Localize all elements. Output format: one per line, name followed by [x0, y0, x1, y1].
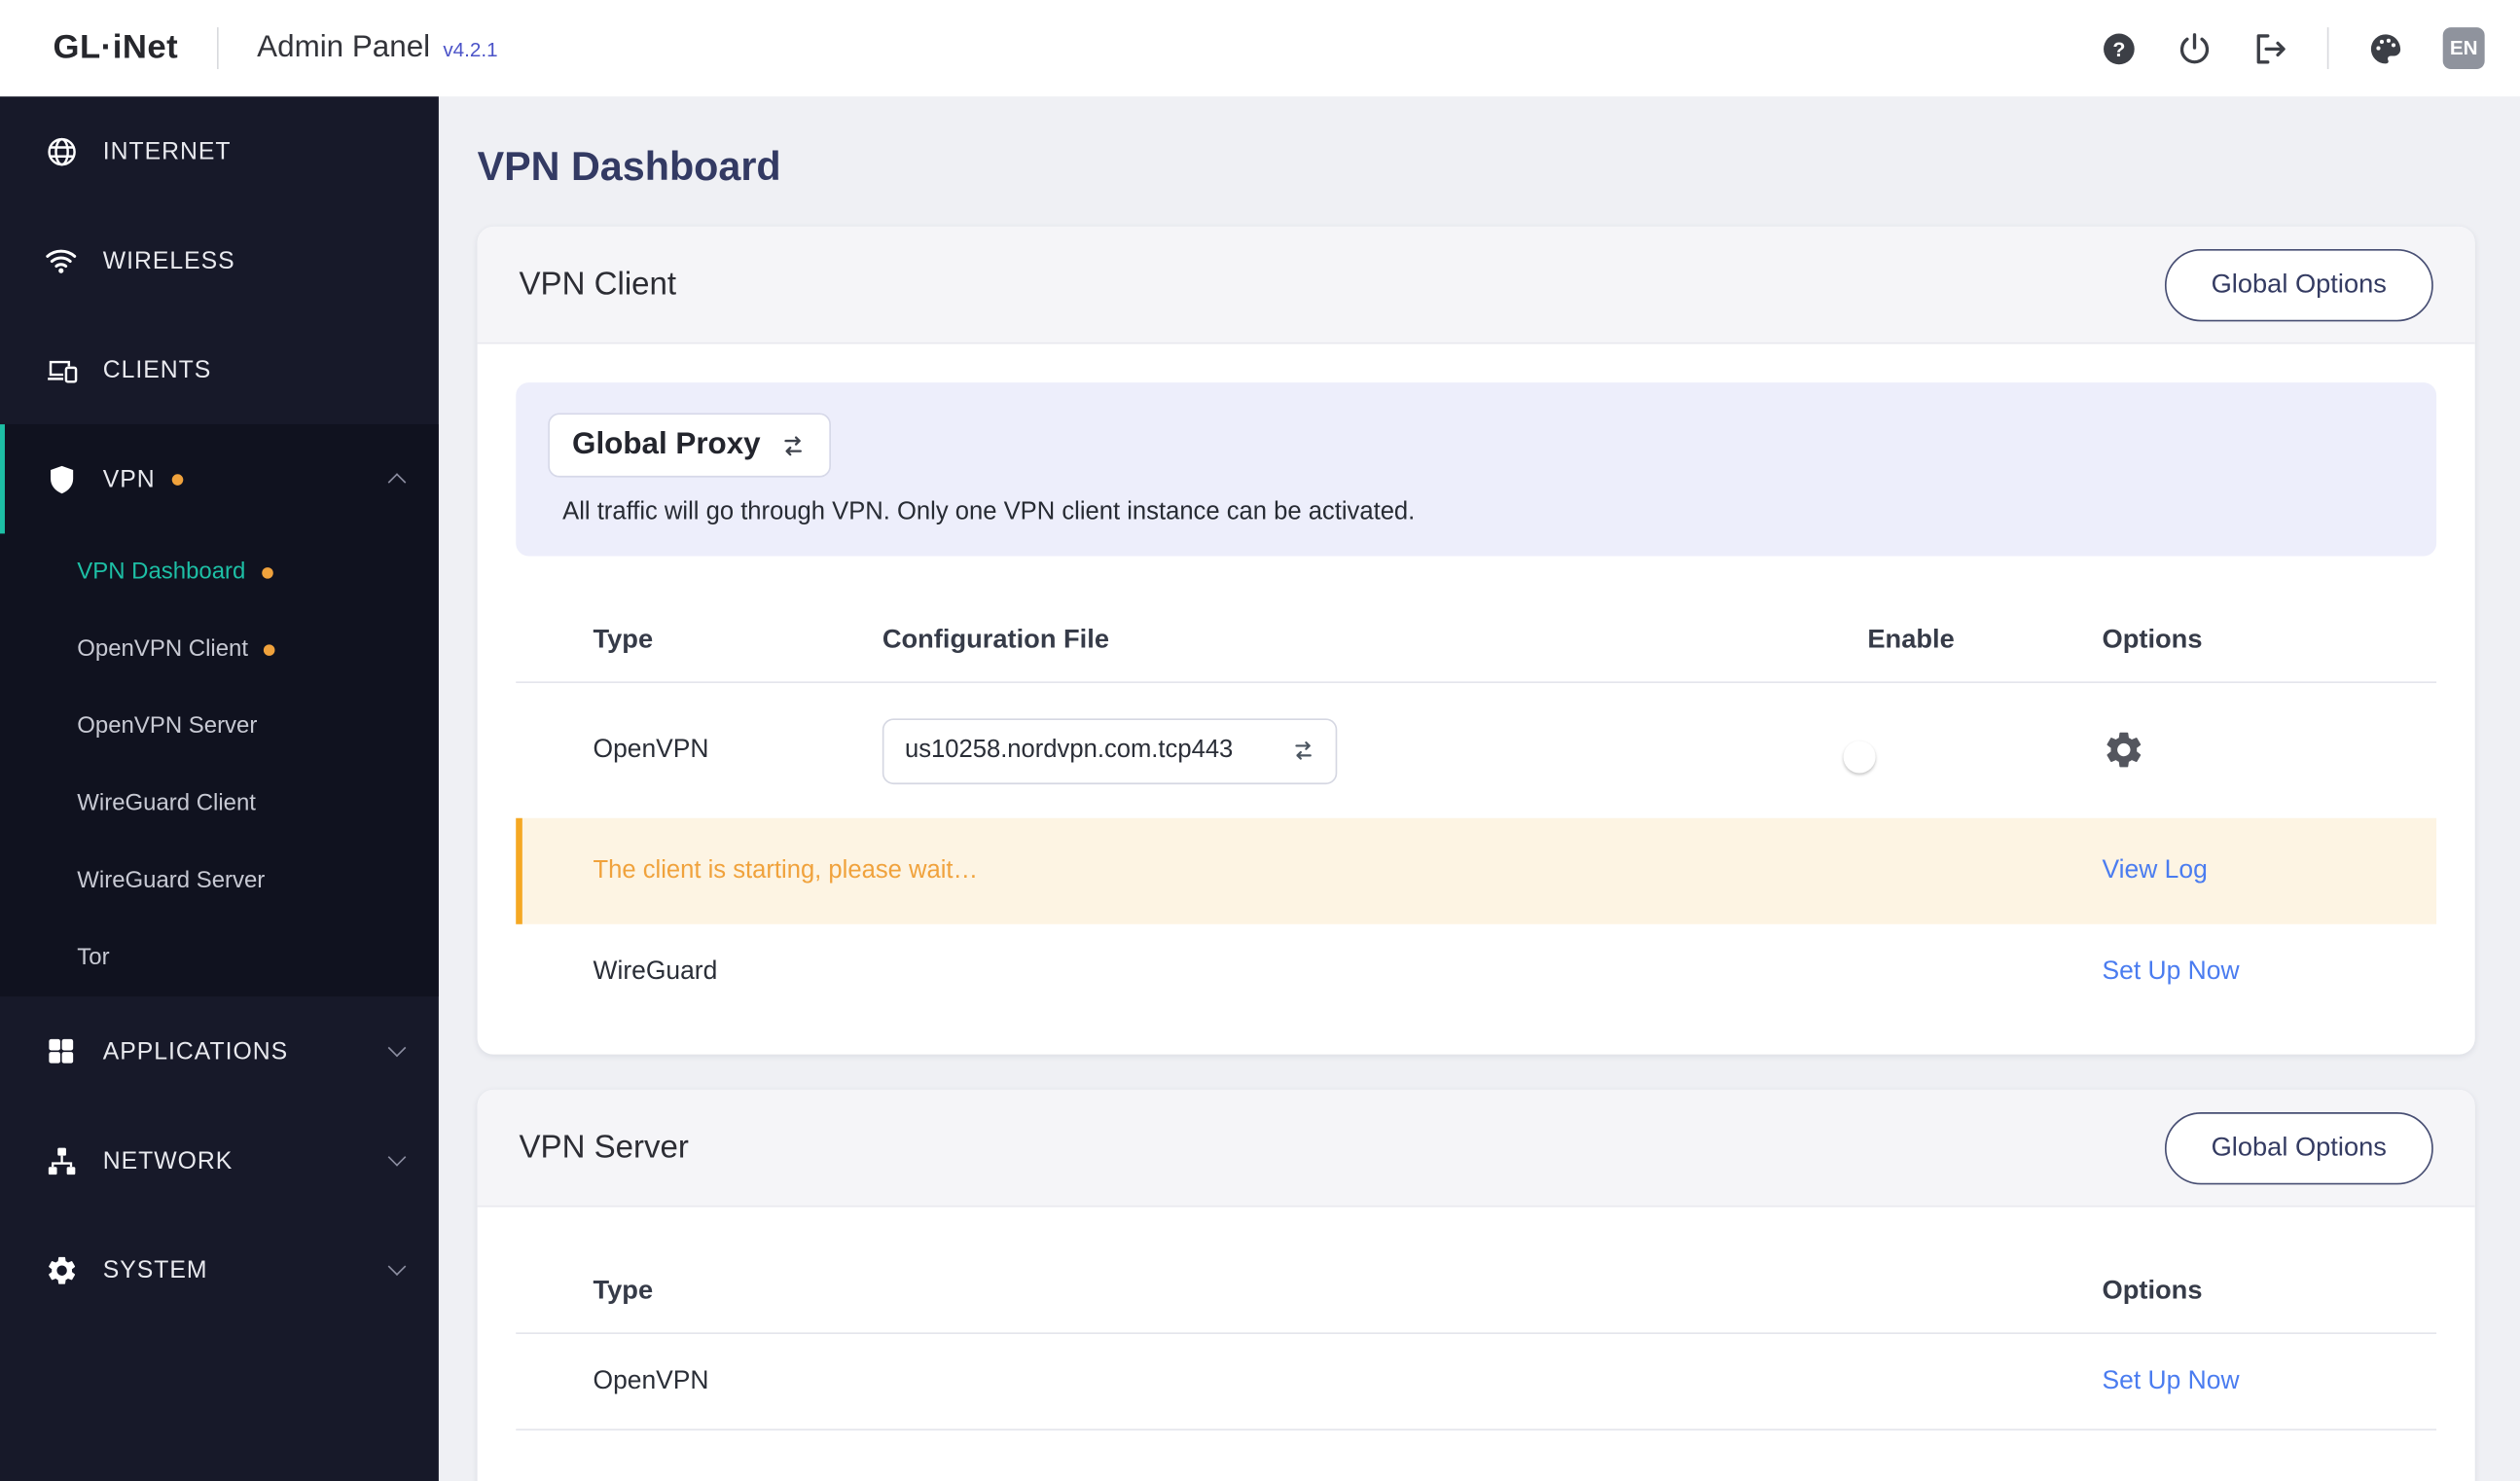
table-header-row: Type Configuration File Enable Options	[516, 557, 2436, 682]
swap-icon	[779, 432, 807, 459]
alert-message: The client is starting, please wait…	[593, 856, 979, 885]
sidebar-item-wireguard-client[interactable]: WireGuard Client	[0, 765, 439, 842]
config-file-selector[interactable]: us10258.nordvpn.com.tcp443	[882, 717, 1338, 784]
view-log-link[interactable]: View Log	[2103, 856, 2437, 885]
sidebar-label: NETWORK	[102, 1146, 234, 1174]
header-divider-2	[2326, 27, 2329, 70]
sidebar-item-internet[interactable]: INTERNET	[0, 96, 439, 205]
shield-icon	[44, 462, 79, 496]
sidebar-label: WIRELESS	[102, 246, 235, 274]
sidebar-item-tor[interactable]: Tor	[0, 920, 439, 996]
wireguard-setup-link[interactable]: Set Up Now	[2103, 957, 2437, 987]
header-actions: ? EN	[2101, 27, 2485, 70]
help-icon[interactable]: ?	[2101, 30, 2138, 67]
sidebar-label: SYSTEM	[102, 1255, 208, 1283]
swap-icon	[1290, 738, 1315, 763]
sidebar-label: VPN	[102, 465, 156, 493]
notification-dot	[261, 566, 273, 578]
col-options: Options	[2102, 625, 2203, 655]
network-icon	[44, 1143, 79, 1177]
sidebar-label: CLIENTS	[102, 355, 212, 383]
sidebar-item-vpn-dashboard[interactable]: VPN Dashboard	[0, 533, 439, 610]
devices-icon	[44, 353, 79, 387]
page-title: VPN Dashboard	[477, 144, 781, 190]
sidebar-item-wireless[interactable]: WIRELESS	[0, 205, 439, 314]
app-version: v4.2.1	[443, 38, 498, 61]
chevron-up-icon	[387, 473, 407, 491]
logout-icon[interactable]	[2251, 30, 2288, 67]
vpn-server-table: Type Options OpenVPN Set Up Now	[516, 1207, 2437, 1431]
col-config-file: Configuration File	[882, 625, 1109, 655]
chevron-down-icon	[387, 1257, 407, 1276]
sidebar-item-system[interactable]: SYSTEM	[0, 1215, 439, 1324]
col-type: Type	[593, 1276, 654, 1306]
sidebar-item-openvpn-client[interactable]: OpenVPN Client	[0, 611, 439, 688]
notification-dot	[264, 643, 276, 656]
vpn-client-table: Type Configuration File Enable Options O…	[516, 557, 2437, 1055]
sidebar: INTERNET WIRELESS CLIENTS VPN VPN Dashbo…	[0, 96, 439, 1481]
vpn-server-global-options-button[interactable]: Global Options	[2164, 1111, 2433, 1184]
table-row-openvpn: OpenVPN us10258.nordvpn.com.tcp443	[516, 683, 2436, 818]
app-title: Admin Panel	[257, 30, 431, 65]
config-file-value: us10258.nordvpn.com.tcp443	[904, 736, 1234, 764]
sidebar-label: INTERNET	[102, 137, 232, 165]
divider	[516, 1428, 2437, 1431]
power-icon[interactable]	[2177, 30, 2214, 67]
col-options: Options	[2102, 1276, 2203, 1306]
client-starting-alert: The client is starting, please wait… Vie…	[516, 817, 2437, 924]
palette-icon[interactable]	[2367, 30, 2404, 67]
wifi-icon	[44, 242, 79, 277]
wireguard-type-label: WireGuard	[593, 957, 718, 985]
subnav-label: VPN Dashboard	[77, 559, 246, 586]
sidebar-item-vpn[interactable]: VPN	[0, 424, 439, 534]
subnav-label: OpenVPN Server	[77, 713, 258, 740]
app-root: GL·iNet Admin Panel v4.2.1 ? EN INTERNET…	[0, 0, 2520, 1481]
vpn-client-global-options-button[interactable]: Global Options	[2164, 248, 2433, 321]
chevron-down-icon	[387, 1038, 407, 1058]
table-row-wireguard: WireGuard Set Up Now	[516, 924, 2436, 1019]
subnav-label: Tor	[77, 945, 110, 971]
vpn-client-title: VPN Client	[519, 266, 677, 302]
chevron-down-icon	[387, 1147, 407, 1167]
vpn-server-title: VPN Server	[519, 1129, 689, 1165]
glinet-logo: GL·iNet	[53, 28, 179, 66]
grid-icon	[44, 1035, 79, 1067]
table-header-row: Type Options	[516, 1207, 2436, 1332]
sidebar-item-clients[interactable]: CLIENTS	[0, 315, 439, 424]
main-content: VPN Dashboard VPN Client Global Options …	[438, 96, 2520, 1481]
gear-icon	[44, 1253, 79, 1287]
language-selector[interactable]: EN	[2442, 27, 2485, 70]
vpn-server-card: VPN Server Global Options Type Options O…	[477, 1089, 2475, 1481]
header-divider	[216, 27, 219, 70]
openvpn-options-gear-icon[interactable]	[2103, 728, 2147, 773]
vpn-notification-dot	[171, 473, 183, 486]
app-title-wrap: Admin Panel v4.2.1	[257, 30, 497, 65]
sidebar-item-wireguard-server[interactable]: WireGuard Server	[0, 843, 439, 920]
openvpn-server-type-label: OpenVPN	[593, 1366, 709, 1394]
vpn-client-card: VPN Client Global Options Global Proxy A…	[477, 226, 2475, 1055]
openvpn-server-setup-link[interactable]: Set Up Now	[2103, 1367, 2437, 1396]
vpn-server-card-header: VPN Server Global Options	[477, 1089, 2475, 1208]
proxy-mode-label: Global Proxy	[572, 427, 761, 462]
proxy-mode-description: All traffic will go through VPN. Only on…	[562, 498, 1416, 526]
sidebar-item-network[interactable]: NETWORK	[0, 1105, 439, 1214]
vpn-client-card-header: VPN Client Global Options	[477, 226, 2475, 344]
subnav-label: WireGuard Server	[77, 867, 266, 894]
table-row-openvpn-server: OpenVPN Set Up Now	[516, 1334, 2436, 1428]
openvpn-type-label: OpenVPN	[593, 736, 709, 764]
proxy-mode-panel: Global Proxy All traffic will go through…	[516, 382, 2437, 557]
sidebar-label: APPLICATIONS	[102, 1037, 289, 1066]
top-bar: GL·iNet Admin Panel v4.2.1 ? EN	[0, 0, 2520, 97]
col-type: Type	[593, 625, 654, 655]
globe-icon	[44, 134, 79, 168]
svg-text:?: ?	[2112, 37, 2125, 60]
sidebar-item-openvpn-server[interactable]: OpenVPN Server	[0, 688, 439, 765]
col-enable: Enable	[1867, 625, 1955, 655]
sidebar-item-applications[interactable]: APPLICATIONS	[0, 996, 439, 1105]
subnav-label: WireGuard Client	[77, 790, 256, 817]
proxy-mode-selector[interactable]: Global Proxy	[548, 413, 832, 478]
sidebar-vpn-group: VPN VPN Dashboard OpenVPN Client OpenVPN…	[0, 424, 439, 997]
subnav-label: OpenVPN Client	[77, 636, 249, 663]
toggle-knob	[1842, 740, 1875, 773]
